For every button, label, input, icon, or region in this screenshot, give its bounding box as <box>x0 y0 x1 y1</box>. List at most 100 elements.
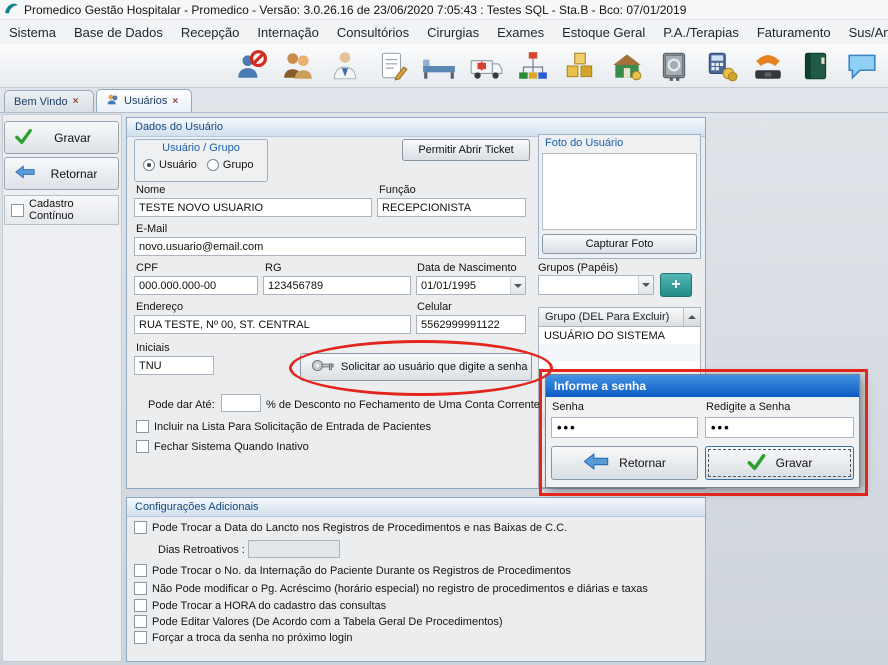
tab-bem-vindo-label: Bem Vindo <box>14 96 68 108</box>
config-trocar-data-checkbox[interactable] <box>134 521 147 534</box>
menu-pa-terapias[interactable]: P.A./Terapias <box>654 25 748 40</box>
scroll-up-icon[interactable] <box>683 308 700 326</box>
grupos-papeis-input[interactable] <box>539 279 638 291</box>
close-icon[interactable]: × <box>73 96 79 107</box>
gravar-button[interactable]: Gravar <box>4 121 119 154</box>
safe-icon[interactable] <box>655 47 693 85</box>
billing-icon[interactable] <box>608 47 646 85</box>
config-trocar-internacao-checkbox[interactable] <box>134 564 147 577</box>
menu-consultorios[interactable]: Consultórios <box>328 25 418 40</box>
ambulance-icon[interactable] <box>467 47 505 85</box>
retornar-label: Retornar <box>44 167 118 181</box>
dialog-gravar-label: Gravar <box>776 456 813 470</box>
tab-content-divider <box>0 112 888 113</box>
config-forcar-troca-senha-checkbox[interactable] <box>134 631 147 644</box>
config-editar-valores-label: Pode Editar Valores (De Acordo com a Tab… <box>152 616 503 628</box>
config-forcar-troca-senha-toggle[interactable]: Forçar a troca da senha no próximo login <box>134 631 353 644</box>
radio-grupo[interactable]: Grupo <box>207 159 254 171</box>
patients-icon[interactable] <box>279 47 317 85</box>
dialog-gravar-button[interactable]: Gravar <box>705 446 854 480</box>
menu-recepcao[interactable]: Recepção <box>172 25 249 40</box>
senha-label: Senha <box>552 401 584 413</box>
dias-retroativos-input[interactable] <box>248 540 340 558</box>
tab-usuarios[interactable]: Usuários × <box>96 89 192 112</box>
gravar-label: Gravar <box>41 131 118 145</box>
menu-estoque-geral[interactable]: Estoque Geral <box>553 25 654 40</box>
org-chart-icon[interactable] <box>514 47 552 85</box>
nascimento-input[interactable] <box>417 280 510 292</box>
config-forcar-troca-senha-label: Forçar a troca da senha no próximo login <box>152 632 353 644</box>
doctor-icon[interactable] <box>326 47 364 85</box>
cadastro-continuo-checkbox[interactable] <box>11 204 24 217</box>
menu-exames[interactable]: Exames <box>488 25 553 40</box>
config-panel-title: Configurações Adicionais <box>127 498 705 517</box>
fechar-sistema-checkbox[interactable] <box>136 440 149 453</box>
config-nao-modificar-pg-toggle[interactable]: Não Pode modificar o Pg. Acréscimo (horá… <box>134 582 648 595</box>
promedico-logo-icon <box>4 1 19 18</box>
retornar-button[interactable]: Retornar <box>4 157 119 190</box>
radio-usuario[interactable]: Usuário <box>143 159 197 171</box>
dias-retroativos-label: Dias Retroativos : <box>158 544 245 556</box>
nascimento-combo[interactable] <box>416 276 526 295</box>
dialog-retornar-button[interactable]: Retornar <box>551 446 698 480</box>
nome-input[interactable] <box>134 198 372 217</box>
iniciais-input[interactable] <box>134 356 214 375</box>
back-arrow-icon <box>15 165 35 182</box>
menu-faturamento[interactable]: Faturamento <box>748 25 840 40</box>
cash-register-icon[interactable] <box>702 47 740 85</box>
cpf-input[interactable] <box>134 276 258 295</box>
phone-icon[interactable] <box>749 47 787 85</box>
endereco-label: Endereço <box>136 301 183 313</box>
menu-sistema[interactable]: Sistema <box>0 25 65 40</box>
endereco-input[interactable] <box>134 315 411 334</box>
radio-grupo-control[interactable] <box>207 159 219 171</box>
title-bar: Promedico Gestão Hospitalar - Promedico … <box>0 0 888 20</box>
capturar-foto-button[interactable]: Capturar Foto <box>542 234 697 254</box>
stock-boxes-icon[interactable] <box>561 47 599 85</box>
incluir-lista-checkbox[interactable] <box>136 420 149 433</box>
grupo-list-item[interactable]: USUÁRIO DO SISTEMA <box>538 327 701 344</box>
rg-input[interactable] <box>263 276 411 295</box>
blocked-user-icon[interactable] <box>232 47 270 85</box>
close-icon[interactable]: × <box>172 96 178 107</box>
chat-icon[interactable] <box>843 47 881 85</box>
config-editar-valores-toggle[interactable]: Pode Editar Valores (De Acordo com a Tab… <box>134 615 503 628</box>
fechar-sistema-toggle[interactable]: Fechar Sistema Quando Inativo <box>136 440 309 453</box>
senha-input[interactable] <box>551 417 698 438</box>
ledger-book-icon[interactable] <box>796 47 834 85</box>
add-group-button[interactable]: + <box>660 273 692 297</box>
radio-usuario-label: Usuário <box>159 159 197 171</box>
config-trocar-hora-toggle[interactable]: Pode Trocar a HORA do cadastro das consu… <box>134 599 386 612</box>
desconto-input[interactable] <box>221 394 261 412</box>
check-icon <box>747 454 766 473</box>
tab-bem-vindo[interactable]: Bem Vindo × <box>4 90 94 112</box>
menu-cirurgias[interactable]: Cirurgias <box>418 25 488 40</box>
config-editar-valores-checkbox[interactable] <box>134 615 147 628</box>
solicitar-senha-button[interactable]: Solicitar ao usuário que digite a senha <box>300 353 532 381</box>
radio-usuario-control[interactable] <box>143 159 155 171</box>
grupos-papeis-combo[interactable] <box>538 275 654 295</box>
incluir-lista-toggle[interactable]: Incluir na Lista Para Solicitação de Ent… <box>136 420 431 433</box>
funcao-input[interactable] <box>377 198 526 217</box>
config-trocar-internacao-toggle[interactable]: Pode Trocar o No. da Internação do Pacie… <box>134 564 571 577</box>
config-trocar-data-toggle[interactable]: Pode Trocar a Data do Lancto nos Registr… <box>134 521 567 534</box>
tab-usuarios-label: Usuários <box>124 95 167 107</box>
menu-internacao[interactable]: Internação <box>248 25 327 40</box>
hospital-bed-icon[interactable] <box>420 47 458 85</box>
permitir-abrir-ticket-button[interactable]: Permitir Abrir Ticket <box>402 139 530 161</box>
chevron-down-icon[interactable] <box>510 277 525 294</box>
photo-placeholder <box>542 153 697 230</box>
grupo-list-header[interactable]: Grupo (DEL Para Excluir) <box>538 307 701 327</box>
dialog-retornar-label: Retornar <box>619 456 666 470</box>
usuario-grupo-group: Usuário / Grupo Usuário Grupo <box>134 139 268 182</box>
menu-sus-ans[interactable]: Sus/Ans <box>840 25 888 40</box>
celular-input[interactable] <box>416 315 526 334</box>
config-trocar-hora-checkbox[interactable] <box>134 599 147 612</box>
config-nao-modificar-pg-checkbox[interactable] <box>134 582 147 595</box>
menu-base-de-dados[interactable]: Base de Dados <box>65 25 172 40</box>
cadastro-continuo-toggle[interactable]: Cadastro Contínuo <box>4 195 119 225</box>
email-input[interactable] <box>134 237 526 256</box>
redigite-senha-input[interactable] <box>705 417 854 438</box>
medical-record-icon[interactable] <box>373 47 411 85</box>
chevron-down-icon[interactable] <box>638 276 653 294</box>
